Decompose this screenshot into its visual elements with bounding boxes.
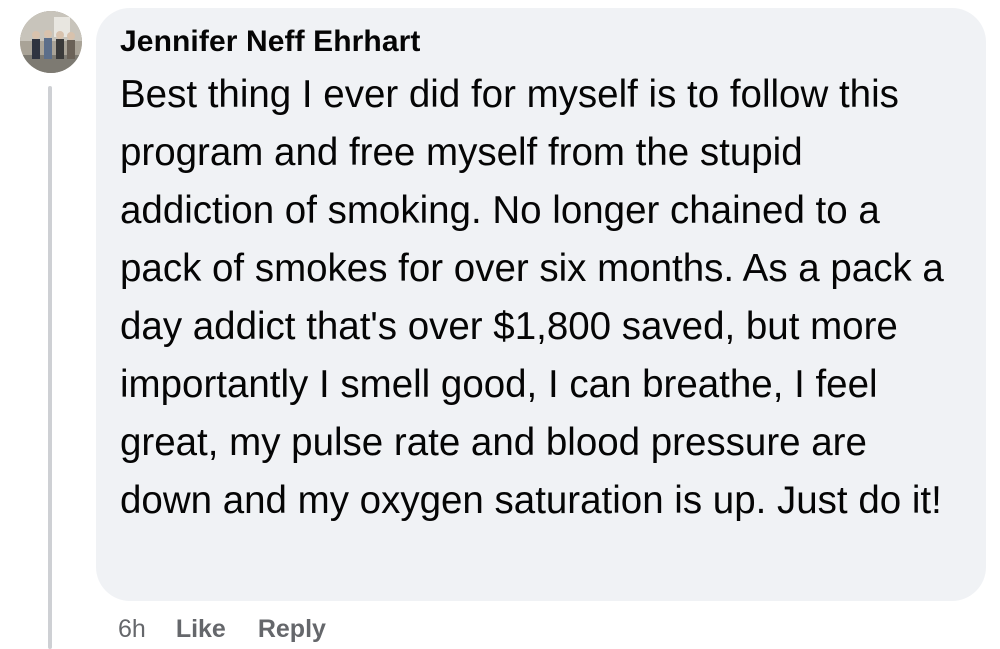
comment-actions: 6h Like Reply xyxy=(118,613,326,645)
comment-bubble: Jennifer Neff Ehrhart Best thing I ever … xyxy=(96,8,986,601)
reply-button[interactable]: Reply xyxy=(258,613,326,645)
comment-timestamp[interactable]: 6h xyxy=(118,613,146,645)
comment-author[interactable]: Jennifer Neff Ehrhart xyxy=(120,24,966,60)
like-button[interactable]: Like xyxy=(176,613,226,645)
comment-text: Best thing I ever did for myself is to f… xyxy=(120,73,944,522)
thread-line xyxy=(48,86,52,649)
avatar[interactable] xyxy=(20,11,82,73)
